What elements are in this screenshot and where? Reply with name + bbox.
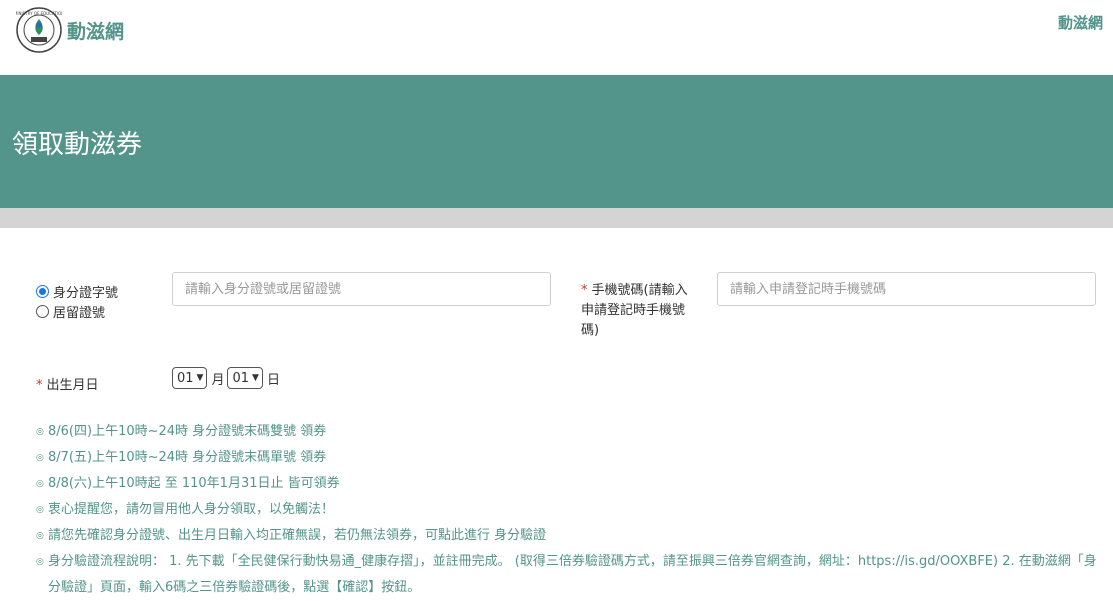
bullet-icon: ◎	[36, 531, 44, 541]
top-header: MINISTRY OF EDUCATION 動滋網 動滋網	[0, 0, 1113, 75]
chevron-down-icon: ▼	[252, 373, 259, 383]
id-type-radio-group: 身分證字號 居留證號	[36, 281, 118, 321]
nav-link-home[interactable]: 動滋網	[1058, 12, 1103, 33]
notice-item: ◎ 8/6(四)上午10時~24時 身分證號末碼雙號 領券	[36, 419, 1101, 445]
bullet-icon: ◎	[36, 453, 44, 463]
bullet-icon: ◎	[36, 557, 44, 567]
phone-label-text: 手機號碼(請輸入申請登記時手機號碼)	[581, 283, 688, 338]
month-select[interactable]: 01 ▼	[172, 367, 208, 389]
notice-item: ◎ 8/8(六)上午10時起 至 110年1月31日止 皆可領券	[36, 471, 1101, 497]
required-marker: *	[36, 378, 43, 393]
chevron-down-icon: ▼	[196, 373, 204, 383]
notice-text: 8/8(六)上午10時起 至 110年1月31日止 皆可領券	[48, 476, 340, 491]
bullet-icon: ◎	[36, 427, 44, 437]
notice-list: ◎ 8/6(四)上午10時~24時 身分證號末碼雙號 領券 ◎ 8/7(五)上午…	[36, 419, 1101, 601]
id-number-input[interactable]	[172, 272, 551, 306]
day-select[interactable]: 01 ▼	[227, 367, 263, 389]
bullet-icon: ◎	[36, 479, 44, 489]
notice-text: 8/6(四)上午10時~24時 身分證號末碼雙號 領券	[48, 424, 327, 439]
notice-item: ◎ 衷心提醒您，請勿冒用他人身分領取，以免觸法！	[36, 497, 1101, 523]
radio-button-residence-permit[interactable]	[36, 304, 49, 318]
notice-item: ◎ 8/7(五)上午10時~24時 身分證號末碼單號 領券	[36, 445, 1101, 471]
birthdate-label-text: 出生月日	[46, 378, 99, 393]
notice-item-identity-verification[interactable]: ◎ 請您先確認身分證號、出生月日輸入均正確無誤，若仍無法領券，可點此進行 身分驗…	[36, 523, 1101, 549]
ministry-of-education-logo[interactable]: MINISTRY OF EDUCATION	[16, 7, 62, 53]
radio-option-residence-permit[interactable]: 居留證號	[36, 301, 118, 321]
notice-text[interactable]: 請您先確認身分證號、出生月日輸入均正確無誤，若仍無法領券，可點此進行 身分驗證	[48, 523, 546, 549]
birthdate-selects: 01 ▼ 月 01 ▼ 日	[172, 367, 283, 389]
birthdate-label: * 出生月日	[36, 374, 99, 393]
site-brand[interactable]: 動滋網	[67, 17, 124, 44]
radio-label-national-id: 身分證字號	[53, 285, 119, 301]
notice-item-verification-steps: ◎ 身分驗證流程說明： 1. 先下載「全民健保行動快易通_健康存摺」，並註冊完成…	[36, 549, 1101, 601]
bullet-icon: ◎	[36, 505, 44, 515]
svg-text:MINISTRY OF EDUCATION: MINISTRY OF EDUCATION	[16, 11, 62, 16]
notice-text: 8/7(五)上午10時~24時 身分證號末碼單號 領券	[48, 450, 327, 465]
phone-field-label: * 手機號碼(請輸入申請登記時手機號碼)	[581, 281, 691, 341]
page-banner: 領取動滋券	[0, 75, 1113, 208]
month-select-value: 01	[177, 370, 194, 386]
day-unit-label: 日	[266, 372, 280, 388]
day-select-value: 01	[232, 370, 250, 386]
divider-strip	[0, 208, 1113, 228]
required-marker: *	[581, 283, 588, 298]
radio-option-national-id[interactable]: 身分證字號	[36, 281, 118, 301]
phone-number-input[interactable]	[717, 272, 1096, 306]
radio-label-residence-permit: 居留證號	[53, 305, 106, 321]
notice-text: 衷心提醒您，請勿冒用他人身分領取，以免觸法！	[48, 502, 335, 517]
month-unit-label: 月	[211, 372, 225, 388]
page-title: 領取動滋券	[12, 130, 143, 160]
radio-button-national-id[interactable]	[36, 284, 49, 298]
notice-text: 身分驗證流程說明： 1. 先下載「全民健保行動快易通_健康存摺」，並註冊完成。 …	[48, 554, 1097, 595]
